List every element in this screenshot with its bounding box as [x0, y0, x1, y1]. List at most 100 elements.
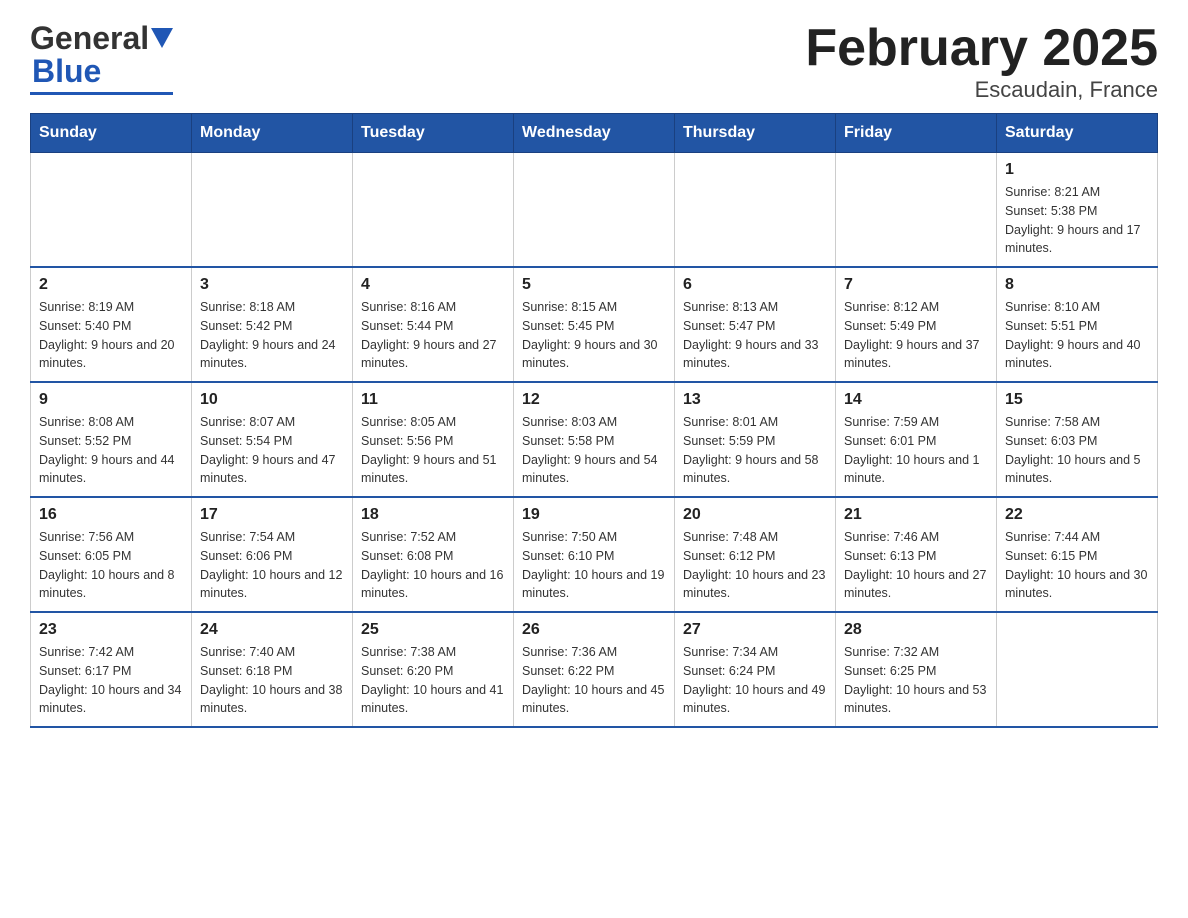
calendar-cell: [997, 612, 1158, 727]
calendar-cell: 15 Sunrise: 7:58 AMSunset: 6:03 PMDayligh…: [997, 382, 1158, 497]
day-info: Sunrise: 7:52 AMSunset: 6:08 PMDaylight:…: [361, 528, 505, 603]
day-number: 12: [522, 391, 666, 409]
day-number: 2: [39, 276, 183, 294]
calendar-cell: 7 Sunrise: 8:12 AMSunset: 5:49 PMDaylight…: [836, 267, 997, 382]
calendar-cell: 22 Sunrise: 7:44 AMSunset: 6:15 PMDayligh…: [997, 497, 1158, 612]
calendar-header: SundayMondayTuesdayWednesdayThursdayFrid…: [31, 114, 1158, 153]
day-info: Sunrise: 7:58 AMSunset: 6:03 PMDaylight:…: [1005, 413, 1149, 488]
day-info: Sunrise: 8:05 AMSunset: 5:56 PMDaylight:…: [361, 413, 505, 488]
day-info: Sunrise: 8:15 AMSunset: 5:45 PMDaylight:…: [522, 298, 666, 373]
day-info: Sunrise: 7:48 AMSunset: 6:12 PMDaylight:…: [683, 528, 827, 603]
page-header: General Blue February 2025 Escaudain, Fr…: [30, 20, 1158, 103]
day-info: Sunrise: 8:18 AMSunset: 5:42 PMDaylight:…: [200, 298, 344, 373]
day-number: 16: [39, 506, 183, 524]
day-number: 9: [39, 391, 183, 409]
day-info: Sunrise: 8:07 AMSunset: 5:54 PMDaylight:…: [200, 413, 344, 488]
day-info: Sunrise: 8:12 AMSunset: 5:49 PMDaylight:…: [844, 298, 988, 373]
calendar-cell: 25 Sunrise: 7:38 AMSunset: 6:20 PMDayligh…: [353, 612, 514, 727]
logo-blue-text: Blue: [32, 53, 101, 90]
day-info: Sunrise: 8:16 AMSunset: 5:44 PMDaylight:…: [361, 298, 505, 373]
logo-underline: [30, 92, 173, 95]
day-number: 8: [1005, 276, 1149, 294]
day-number: 5: [522, 276, 666, 294]
calendar-cell: 28Sunrise: 7:32 AMSunset: 6:25 PMDayligh…: [836, 612, 997, 727]
day-number: 25: [361, 621, 505, 639]
calendar-title: February 2025: [805, 20, 1158, 77]
calendar-table: SundayMondayTuesdayWednesdayThursdayFrid…: [30, 113, 1158, 728]
day-number: 4: [361, 276, 505, 294]
day-info: Sunrise: 7:36 AMSunset: 6:22 PMDaylight:…: [522, 643, 666, 718]
calendar-cell: 14Sunrise: 7:59 AMSunset: 6:01 PMDayligh…: [836, 382, 997, 497]
calendar-cell: 2 Sunrise: 8:19 AMSunset: 5:40 PMDaylight…: [31, 267, 192, 382]
day-number: 21: [844, 506, 988, 524]
calendar-cell: [836, 153, 997, 268]
calendar-cell: [192, 153, 353, 268]
calendar-cell: 20 Sunrise: 7:48 AMSunset: 6:12 PMDayligh…: [675, 497, 836, 612]
calendar-cell: 24Sunrise: 7:40 AMSunset: 6:18 PMDayligh…: [192, 612, 353, 727]
day-info: Sunrise: 8:10 AMSunset: 5:51 PMDaylight:…: [1005, 298, 1149, 373]
calendar-cell: 3 Sunrise: 8:18 AMSunset: 5:42 PMDaylight…: [192, 267, 353, 382]
title-section: February 2025 Escaudain, France: [805, 20, 1158, 103]
day-info: Sunrise: 7:34 AMSunset: 6:24 PMDaylight:…: [683, 643, 827, 718]
calendar-cell: 26 Sunrise: 7:36 AMSunset: 6:22 PMDayligh…: [514, 612, 675, 727]
header-cell-thursday: Thursday: [675, 114, 836, 153]
calendar-body: 1 Sunrise: 8:21 AMSunset: 5:38 PMDaylight…: [31, 153, 1158, 728]
day-number: 20: [683, 506, 827, 524]
logo-general-text: General: [30, 20, 149, 57]
week-row-0: 1 Sunrise: 8:21 AMSunset: 5:38 PMDaylight…: [31, 153, 1158, 268]
calendar-cell: [675, 153, 836, 268]
calendar-cell: 17 Sunrise: 7:54 AMSunset: 6:06 PMDayligh…: [192, 497, 353, 612]
day-info: Sunrise: 7:46 AMSunset: 6:13 PMDaylight:…: [844, 528, 988, 603]
day-info: Sunrise: 7:44 AMSunset: 6:15 PMDaylight:…: [1005, 528, 1149, 603]
calendar-cell: 23 Sunrise: 7:42 AMSunset: 6:17 PMDayligh…: [31, 612, 192, 727]
day-number: 10: [200, 391, 344, 409]
day-number: 11: [361, 391, 505, 409]
day-info: Sunrise: 7:54 AMSunset: 6:06 PMDaylight:…: [200, 528, 344, 603]
day-info: Sunrise: 7:32 AMSunset: 6:25 PMDaylight:…: [844, 643, 988, 718]
day-number: 1: [1005, 161, 1149, 179]
day-number: 26: [522, 621, 666, 639]
calendar-cell: 12 Sunrise: 8:03 AMSunset: 5:58 PMDayligh…: [514, 382, 675, 497]
calendar-cell: 19 Sunrise: 7:50 AMSunset: 6:10 PMDayligh…: [514, 497, 675, 612]
day-info: Sunrise: 7:59 AMSunset: 6:01 PMDaylight:…: [844, 413, 988, 488]
day-number: 24: [200, 621, 344, 639]
calendar-cell: [353, 153, 514, 268]
day-number: 17: [200, 506, 344, 524]
week-row-3: 16 Sunrise: 7:56 AMSunset: 6:05 PMDayligh…: [31, 497, 1158, 612]
day-info: Sunrise: 8:19 AMSunset: 5:40 PMDaylight:…: [39, 298, 183, 373]
week-row-1: 2 Sunrise: 8:19 AMSunset: 5:40 PMDaylight…: [31, 267, 1158, 382]
day-info: Sunrise: 7:38 AMSunset: 6:20 PMDaylight:…: [361, 643, 505, 718]
day-number: 3: [200, 276, 344, 294]
day-number: 15: [1005, 391, 1149, 409]
day-info: Sunrise: 8:13 AMSunset: 5:47 PMDaylight:…: [683, 298, 827, 373]
calendar-cell: [31, 153, 192, 268]
week-row-2: 9 Sunrise: 8:08 AMSunset: 5:52 PMDaylight…: [31, 382, 1158, 497]
day-info: Sunrise: 8:03 AMSunset: 5:58 PMDaylight:…: [522, 413, 666, 488]
header-cell-wednesday: Wednesday: [514, 114, 675, 153]
day-number: 19: [522, 506, 666, 524]
day-info: Sunrise: 7:56 AMSunset: 6:05 PMDaylight:…: [39, 528, 183, 603]
day-info: Sunrise: 7:42 AMSunset: 6:17 PMDaylight:…: [39, 643, 183, 718]
calendar-cell: 10 Sunrise: 8:07 AMSunset: 5:54 PMDayligh…: [192, 382, 353, 497]
calendar-subtitle: Escaudain, France: [805, 77, 1158, 103]
day-number: 18: [361, 506, 505, 524]
day-number: 23: [39, 621, 183, 639]
calendar-cell: 5 Sunrise: 8:15 AMSunset: 5:45 PMDaylight…: [514, 267, 675, 382]
day-info: Sunrise: 8:08 AMSunset: 5:52 PMDaylight:…: [39, 413, 183, 488]
day-number: 7: [844, 276, 988, 294]
calendar-cell: 16 Sunrise: 7:56 AMSunset: 6:05 PMDayligh…: [31, 497, 192, 612]
calendar-cell: 18 Sunrise: 7:52 AMSunset: 6:08 PMDayligh…: [353, 497, 514, 612]
header-cell-sunday: Sunday: [31, 114, 192, 153]
day-number: 22: [1005, 506, 1149, 524]
logo: General Blue: [30, 20, 173, 95]
calendar-cell: 4 Sunrise: 8:16 AMSunset: 5:44 PMDaylight…: [353, 267, 514, 382]
day-info: Sunrise: 7:50 AMSunset: 6:10 PMDaylight:…: [522, 528, 666, 603]
day-info: Sunrise: 8:21 AMSunset: 5:38 PMDaylight:…: [1005, 183, 1149, 258]
header-cell-monday: Monday: [192, 114, 353, 153]
header-cell-tuesday: Tuesday: [353, 114, 514, 153]
logo-triangle-icon: [151, 28, 173, 48]
header-cell-saturday: Saturday: [997, 114, 1158, 153]
day-number: 13: [683, 391, 827, 409]
calendar-cell: 21 Sunrise: 7:46 AMSunset: 6:13 PMDayligh…: [836, 497, 997, 612]
calendar-cell: 1 Sunrise: 8:21 AMSunset: 5:38 PMDaylight…: [997, 153, 1158, 268]
